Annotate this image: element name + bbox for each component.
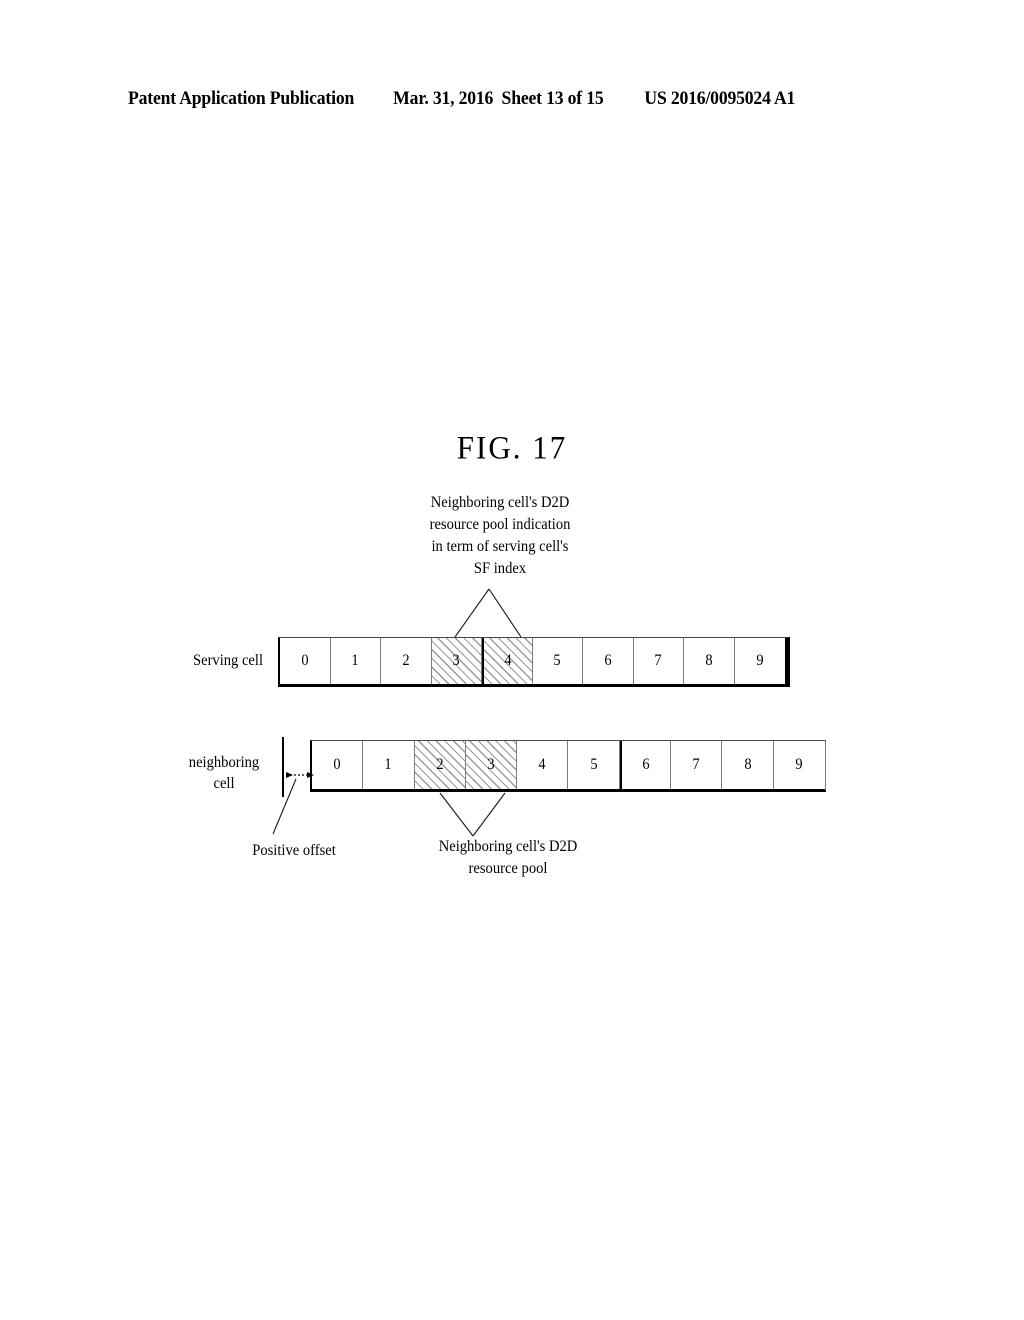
neighboring-cell-subframe-0: 0 [312,741,364,789]
timeline-serving-cell: 0 1 2 3 4 5 6 7 8 9 [278,637,790,687]
neighboring-cell-subframe-8: 8 [722,741,774,789]
serving-cell-subframe-0-label: 0 [301,652,309,669]
timeline-neighboring-cell: 0 1 2 3 4 5 6 7 8 9 [310,740,826,792]
serving-cell-subframe-9: 9 [734,638,786,684]
neighboring-cell-subframe-3: 3 [465,741,518,789]
serving-cell-subframe-6: 6 [583,638,634,684]
row-label-serving-cell: Serving cell [192,652,264,669]
serving-cell-subframe-3: 3 [431,638,482,684]
neighboring-cell-subframe-1-label: 1 [384,756,393,773]
annotation-top-line-1: Neighboring cell's D2D [430,494,570,511]
figure-diagram: Neighboring cell's D2D resource pool ind… [0,0,1024,1320]
serving-cell-subframe-8-label: 8 [705,652,713,669]
neighboring-cell-subframe-1: 1 [363,741,415,789]
annotation-top-d2d-pool-indication: Neighboring cell's D2D resource pool ind… [403,492,597,580]
neighboring-cell-subframe-0-label: 0 [333,756,341,773]
annotation-top-line-4: SF index [473,560,527,577]
serving-cell-subframe-7: 7 [633,638,685,684]
leader-bottom-annotation [439,792,506,837]
annotation-top-line-2: resource pool indication [429,516,571,533]
serving-cell-subframe-5: 5 [532,638,584,684]
annotation-bottom-d2d-resource-pool: Neighboring cell's D2D resource pool [400,836,616,880]
annotation-top-line-3: in term of serving cell's [431,538,569,555]
neighboring-cell-subframe-9: 9 [773,741,825,789]
serving-cell-subframe-1: 1 [330,638,381,684]
serving-cell-subframe-6-label: 6 [604,652,612,669]
serving-cell-subframe-1-label: 1 [351,652,359,669]
serving-cell-subframe-3-label: 3 [452,652,460,669]
neighboring-cell-subframe-3-label: 3 [487,756,495,773]
neighboring-cell-subframe-7: 7 [671,741,723,789]
neighboring-cell-subframe-9-label: 9 [795,756,803,773]
serving-cell-subframe-2-label: 2 [402,652,410,669]
serving-cell-subframe-4: 4 [482,638,533,684]
neighboring-cell-subframe-4-label: 4 [538,756,546,773]
neighboring-cell-subframe-8-label: 8 [743,756,752,773]
neighboring-cell-subframe-2-label: 2 [436,756,444,773]
row-label-neighboring-cell: neighboring cell [171,752,276,795]
serving-cell-subframe-0: 0 [280,638,331,684]
serving-cell-subframe-5-label: 5 [553,652,561,669]
neighboring-cell-subframe-6: 6 [619,741,672,789]
leader-top-annotation [454,588,522,638]
neighboring-cell-subframe-2: 2 [414,741,466,789]
neighboring-cell-subframe-7-label: 7 [692,756,700,773]
annotation-positive-offset: Positive offset [252,842,336,859]
neighboring-cell-subframe-5: 5 [568,741,620,789]
row-label-neighboring-cell-line-2: cell [213,775,235,793]
serving-cell-subframe-2: 2 [381,638,432,684]
neighboring-cell-subframe-6-label: 6 [642,756,650,773]
neighboring-cell-subframe-4: 4 [517,741,569,789]
serving-cell-subframe-9-label: 9 [756,652,764,669]
serving-cell-subframe-8: 8 [684,638,735,684]
serving-cell-subframe-4-label: 4 [504,652,512,669]
row-label-neighboring-cell-line-1: neighboring [188,754,260,771]
annotation-bottom-line-2: resource pool [468,860,548,877]
serving-cell-subframe-7-label: 7 [654,652,662,669]
neighboring-cell-subframe-5-label: 5 [590,756,598,773]
annotation-bottom-line-1: Neighboring cell's D2D [438,838,578,855]
